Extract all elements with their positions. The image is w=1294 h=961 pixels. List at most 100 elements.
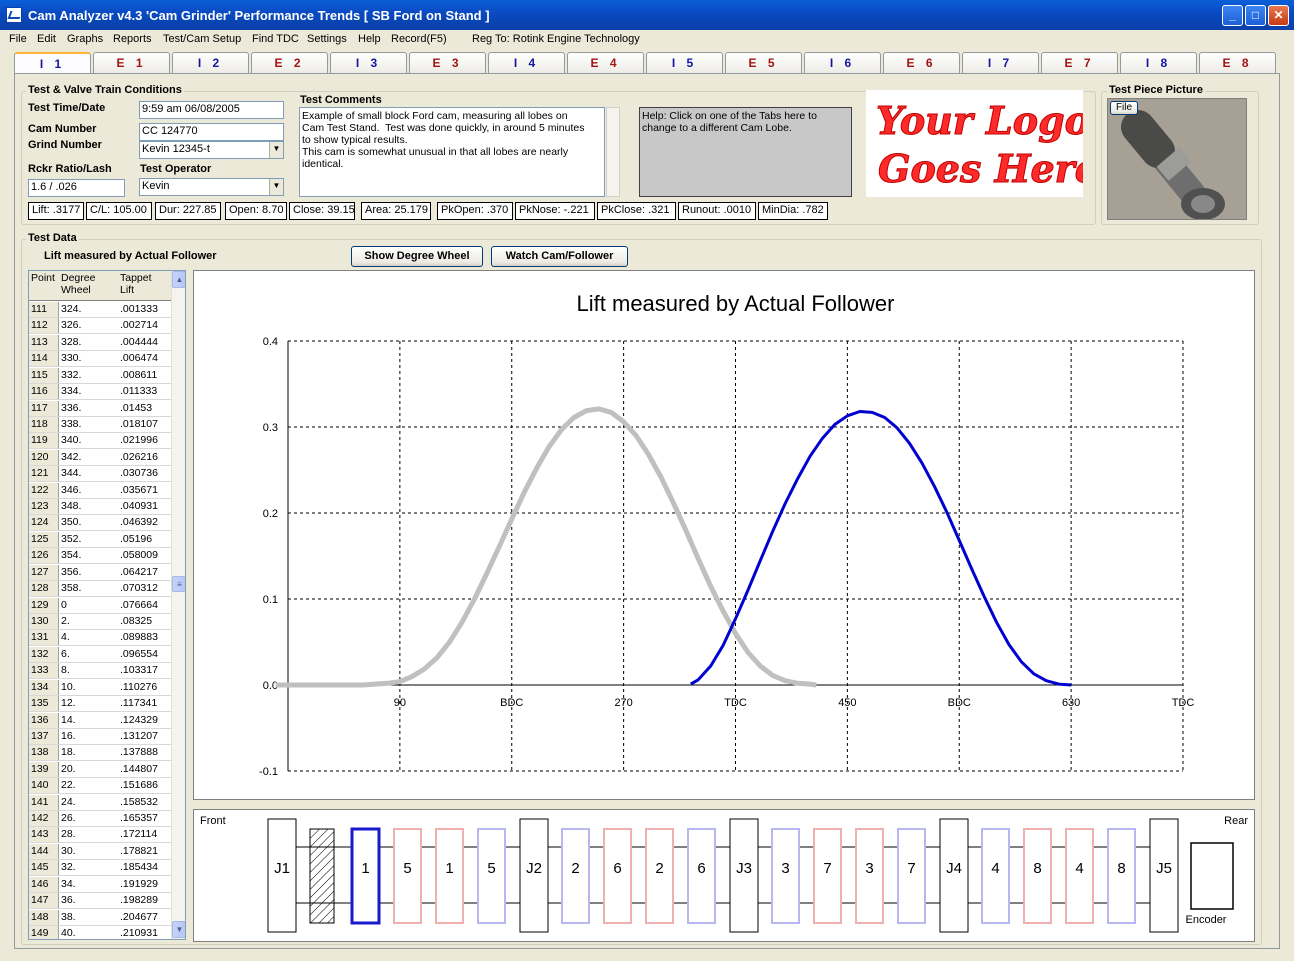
menu-help[interactable]: Help — [358, 33, 381, 45]
table-row[interactable]: 127 356. .064217 — [29, 564, 171, 581]
show-degree-wheel-button[interactable]: Show Degree Wheel — [351, 246, 483, 267]
test-operator-dropdown[interactable]: Kevin ▼ — [139, 178, 284, 196]
table-row[interactable]: 116 334. .011333 — [29, 384, 171, 401]
table-row[interactable]: 111 324. .001333 — [29, 302, 171, 318]
grind-number-dropdown[interactable]: Kevin 12345-t ▼ — [139, 141, 284, 159]
table-row[interactable]: 113 328. .004444 — [29, 334, 171, 351]
lobe-label[interactable]: 4 — [991, 860, 999, 877]
table-row[interactable]: 119 340. .021996 — [29, 433, 171, 450]
tab-i2[interactable]: I 2 — [172, 52, 249, 74]
table-row[interactable]: 132 6. .096554 — [29, 646, 171, 663]
lobe-label[interactable]: 5 — [487, 860, 495, 877]
maximize-button[interactable]: □ — [1245, 5, 1266, 26]
rocker-ratio-field[interactable]: 1.6 / .026 — [28, 179, 125, 197]
tab-i7[interactable]: I 7 — [962, 52, 1039, 74]
tab-i1[interactable]: I 1 — [14, 52, 91, 75]
lobe-label[interactable]: 7 — [823, 860, 831, 877]
lobe-label[interactable]: 2 — [571, 860, 579, 877]
journal-label[interactable]: J4 — [946, 860, 962, 877]
table-row[interactable]: 146 34. .191929 — [29, 876, 171, 893]
table-row[interactable]: 144 30. .178821 — [29, 843, 171, 860]
tab-i6[interactable]: I 6 — [804, 52, 881, 74]
table-row[interactable]: 120 342. .026216 — [29, 449, 171, 466]
app-icon[interactable] — [6, 7, 22, 23]
table-row[interactable]: 140 22. .151686 — [29, 778, 171, 795]
tab-i8[interactable]: I 8 — [1120, 52, 1197, 74]
lobe-label[interactable]: 1 — [361, 860, 369, 877]
tab-e5[interactable]: E 5 — [725, 52, 802, 74]
menu-file[interactable]: File — [9, 33, 27, 45]
lobe-label[interactable]: 8 — [1033, 860, 1041, 877]
table-row[interactable]: 117 336. .01453 — [29, 400, 171, 417]
scroll-down-icon[interactable]: ▼ — [172, 921, 185, 938]
lobe-label[interactable]: 2 — [655, 860, 663, 877]
close-button[interactable]: ✕ — [1268, 5, 1289, 26]
table-row[interactable]: 136 14. .124329 — [29, 712, 171, 729]
table-row[interactable]: 148 38. .204677 — [29, 909, 171, 926]
chevron-down-icon[interactable]: ▼ — [269, 179, 283, 195]
tab-i3[interactable]: I 3 — [330, 52, 407, 74]
menu-test-cam-setup[interactable]: Test/Cam Setup — [163, 33, 241, 45]
lobe-label[interactable]: 6 — [697, 860, 705, 877]
table-row[interactable]: 143 28. .172114 — [29, 827, 171, 844]
journal-label[interactable]: J5 — [1156, 860, 1172, 877]
table-row[interactable]: 137 16. .131207 — [29, 728, 171, 745]
tab-e8[interactable]: E 8 — [1199, 52, 1276, 74]
watch-cam-follower-button[interactable]: Watch Cam/Follower — [491, 246, 628, 267]
comments-scrollbar[interactable] — [606, 107, 620, 197]
table-row[interactable]: 135 12. .117341 — [29, 696, 171, 713]
lobe-label[interactable]: 1 — [445, 860, 453, 877]
file-button[interactable]: File — [1110, 101, 1138, 115]
lobe-label[interactable]: 7 — [907, 860, 915, 877]
lobe-label[interactable]: 3 — [865, 860, 873, 877]
chevron-down-icon[interactable]: ▼ — [269, 142, 283, 158]
tab-e3[interactable]: E 3 — [409, 52, 486, 74]
table-scrollbar[interactable]: ▲ ≡ ▼ — [171, 271, 185, 939]
table-row[interactable]: 114 330. .006474 — [29, 351, 171, 368]
table-row[interactable]: 118 338. .018107 — [29, 416, 171, 433]
tab-e1[interactable]: E 1 — [93, 52, 170, 74]
scroll-thumb[interactable]: ≡ — [172, 576, 185, 592]
table-row[interactable]: 122 346. .035671 — [29, 482, 171, 499]
table-row[interactable]: 142 26. .165357 — [29, 811, 171, 828]
menu-settings[interactable]: Settings — [307, 33, 347, 45]
table-row[interactable]: 129 0 .076664 — [29, 597, 171, 614]
lobe-label[interactable]: 8 — [1117, 860, 1125, 877]
table-row[interactable]: 145 32. .185434 — [29, 860, 171, 877]
minimize-button[interactable]: _ — [1222, 5, 1243, 26]
table-row[interactable]: 115 332. .008611 — [29, 367, 171, 384]
tab-e2[interactable]: E 2 — [251, 52, 328, 74]
tab-e7[interactable]: E 7 — [1041, 52, 1118, 74]
table-row[interactable]: 141 24. .158532 — [29, 794, 171, 811]
table-row[interactable]: 125 352. .05196 — [29, 531, 171, 548]
tab-e4[interactable]: E 4 — [567, 52, 644, 74]
table-row[interactable]: 149 40. .210931 — [29, 925, 171, 939]
table-row[interactable]: 123 348. .040931 — [29, 499, 171, 516]
table-row[interactable]: 126 354. .058009 — [29, 548, 171, 565]
table-row[interactable]: 131 4. .089883 — [29, 630, 171, 647]
journal-label[interactable]: J2 — [526, 860, 542, 877]
journal-label[interactable]: J1 — [274, 860, 290, 877]
test-comments-textarea[interactable]: Example of small block Ford cam, measuri… — [299, 107, 605, 197]
menu-reports[interactable]: Reports — [113, 33, 152, 45]
table-row[interactable]: 147 36. .198289 — [29, 893, 171, 910]
table-row[interactable]: 121 344. .030736 — [29, 466, 171, 483]
table-row[interactable]: 134 10. .110276 — [29, 679, 171, 696]
journal-label[interactable]: J3 — [736, 860, 752, 877]
cam-number-field[interactable]: CC 124770 — [139, 123, 284, 141]
menu-record[interactable]: Record(F5) — [391, 33, 447, 45]
lobe-label[interactable]: 5 — [403, 860, 411, 877]
tab-i5[interactable]: I 5 — [646, 52, 723, 74]
table-row[interactable]: 112 326. .002714 — [29, 318, 171, 335]
lobe-label[interactable]: 4 — [1075, 860, 1083, 877]
test-time-field[interactable]: 9:59 am 06/08/2005 — [139, 101, 284, 119]
table-row[interactable]: 133 8. .103317 — [29, 663, 171, 680]
table-row[interactable]: 138 18. .137888 — [29, 745, 171, 762]
table-row[interactable]: 128 358. .070312 — [29, 581, 171, 598]
tab-e6[interactable]: E 6 — [883, 52, 960, 74]
lobe-label[interactable]: 6 — [613, 860, 621, 877]
lobe-label[interactable]: 3 — [781, 860, 789, 877]
menu-edit[interactable]: Edit — [37, 33, 56, 45]
table-row[interactable]: 139 20. .144807 — [29, 761, 171, 778]
menu-graphs[interactable]: Graphs — [67, 33, 103, 45]
